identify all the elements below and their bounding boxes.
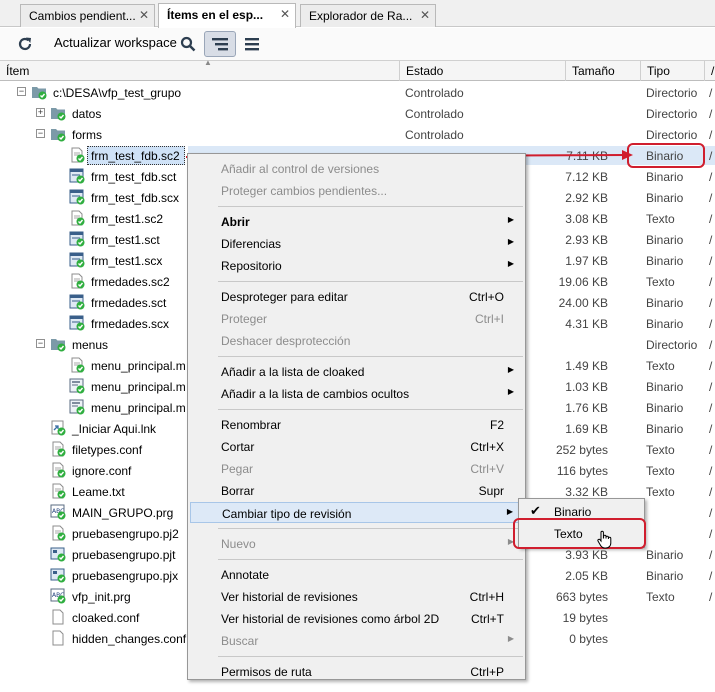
menu-item-proteger-cambios-pendientes[interactable]: Proteger cambios pendientes... — [190, 180, 523, 201]
annotation-box-text-option — [513, 518, 646, 549]
menu-item-label: Annotate — [221, 568, 270, 582]
submenu-arrow-icon: ▶ — [507, 634, 514, 643]
menu-item-shortcut: Ctrl+T — [471, 612, 504, 626]
menu-item-label: Permisos de ruta — [221, 665, 312, 679]
menu-item-label: Renombrar — [221, 418, 282, 432]
submenu-arrow-icon: ▶ — [506, 507, 513, 516]
menu-item-ver-historial-de-revisiones-como-arbol-2d[interactable]: Ver historial de revisiones como árbol 2… — [190, 608, 523, 629]
menu-item-label: Añadir al control de versiones — [221, 162, 380, 176]
menu-item-shortcut: Ctrl+H — [469, 590, 504, 604]
menu-item-repositorio[interactable]: Repositorio ▶ — [190, 255, 523, 276]
menu-separator — [218, 656, 523, 657]
menu-item-label: Añadir a la lista de cambios ocultos — [221, 387, 410, 401]
submenu-arrow-icon: ▶ — [507, 237, 514, 246]
menu-item-label: Borrar — [221, 484, 255, 498]
menu-item-pegar[interactable]: Pegar Ctrl+V — [190, 458, 523, 479]
menu-item-label: Nuevo — [221, 537, 256, 551]
menu-item-anadir-a-la-lista-de-cambios-ocultos[interactable]: Añadir a la lista de cambios ocultos ▶ — [190, 383, 523, 404]
menu-item-abrir[interactable]: Abrir ▶ — [190, 211, 523, 232]
menu-item-label: Abrir — [221, 215, 250, 229]
menu-item-label: Ver historial de revisiones como árbol 2… — [221, 612, 440, 626]
menu-item-proteger[interactable]: Proteger Ctrl+I — [190, 308, 523, 329]
menu-item-borrar[interactable]: Borrar Supr — [190, 480, 523, 501]
menu-item-shortcut: Ctrl+O — [468, 290, 504, 304]
submenu-item-label: Binario — [554, 505, 592, 519]
menu-item-shortcut: F2 — [489, 418, 504, 432]
menu-item-ver-historial-de-revisiones[interactable]: Ver historial de revisiones Ctrl+H — [190, 586, 523, 607]
context-menu: Añadir al control de versiones Proteger c… — [187, 153, 526, 680]
menu-item-anadir-a-la-lista-de-cloaked[interactable]: Añadir a la lista de cloaked ▶ — [190, 361, 523, 382]
menu-item-renombrar[interactable]: Renombrar F2 — [190, 414, 523, 435]
menu-item-label: Añadir a la lista de cloaked — [221, 365, 365, 379]
menu-separator — [218, 409, 523, 410]
menu-item-cambiar-tipo-de-revision[interactable]: Cambiar tipo de revisión ▶ — [190, 502, 523, 523]
submenu-arrow-icon: ▶ — [507, 365, 514, 374]
menu-item-label: Desproteger para editar — [221, 290, 348, 304]
menu-item-nuevo[interactable]: Nuevo ▶ — [190, 533, 523, 554]
menu-separator — [218, 559, 523, 560]
menu-item-permisos-de-ruta[interactable]: Permisos de ruta Ctrl+P — [190, 661, 523, 682]
submenu-arrow-icon: ▶ — [507, 215, 514, 224]
menu-item-shortcut: Ctrl+P — [470, 665, 504, 679]
mouse-cursor-icon — [597, 530, 612, 549]
menu-item-shortcut: Ctrl+I — [474, 312, 504, 326]
menu-item-cortar[interactable]: Cortar Ctrl+X — [190, 436, 523, 457]
annotation-box-type — [627, 143, 705, 168]
menu-item-label: Buscar — [221, 634, 259, 648]
menu-item-label: Proteger — [221, 312, 268, 326]
menu-separator — [218, 356, 523, 357]
menu-item-label: Proteger cambios pendientes... — [221, 184, 388, 198]
menu-item-label: Deshacer desprotección — [221, 334, 351, 348]
menu-separator — [218, 281, 523, 282]
menu-item-buscar[interactable]: Buscar ▶ — [190, 630, 523, 651]
menu-item-label: Diferencias — [221, 237, 282, 251]
menu-item-deshacer-desproteccion[interactable]: Deshacer desprotección — [190, 330, 523, 351]
menu-separator — [218, 206, 523, 207]
menu-item-label: Ver historial de revisiones — [221, 590, 358, 604]
submenu-arrow-icon: ▶ — [507, 259, 514, 268]
menu-separator — [218, 528, 523, 529]
menu-item-label: Cortar — [221, 440, 255, 454]
menu-item-shortcut: Ctrl+V — [470, 462, 504, 476]
menu-item-annotate[interactable]: Annotate — [190, 564, 523, 585]
menu-item-desproteger-para-editar[interactable]: Desproteger para editar Ctrl+O — [190, 286, 523, 307]
menu-item-label: Repositorio — [221, 259, 282, 273]
menu-item-diferencias[interactable]: Diferencias ▶ — [190, 233, 523, 254]
checkmark-icon: ✔ — [530, 503, 541, 518]
submenu-arrow-icon: ▶ — [507, 387, 514, 396]
menu-item-shortcut: Supr — [478, 484, 504, 498]
menu-item-label: Cambiar tipo de revisión — [222, 507, 352, 521]
menu-item-shortcut: Ctrl+X — [470, 440, 504, 454]
menu-item-label: Pegar — [221, 462, 254, 476]
menu-item-anadir-al-control-de-versiones[interactable]: Añadir al control de versiones — [190, 158, 523, 179]
